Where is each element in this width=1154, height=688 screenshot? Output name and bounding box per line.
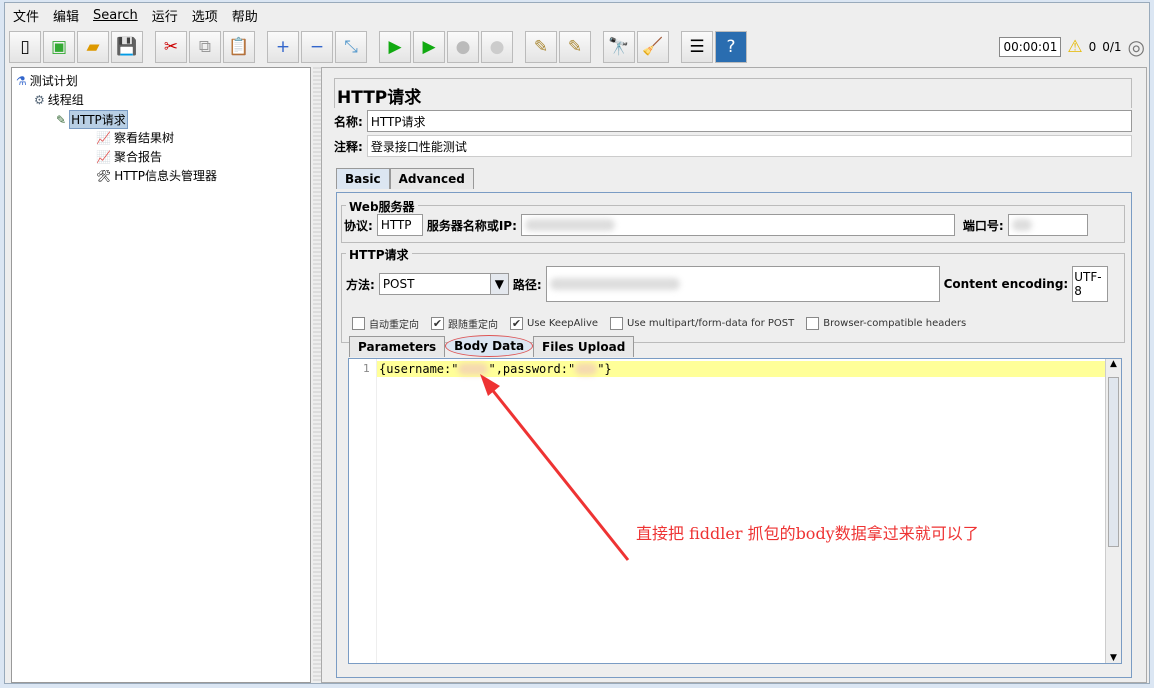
annotation-arrow	[480, 374, 630, 561]
annotation-text: 直接把 fiddler 抓包的body数据拿过来就可以了	[636, 524, 979, 543]
